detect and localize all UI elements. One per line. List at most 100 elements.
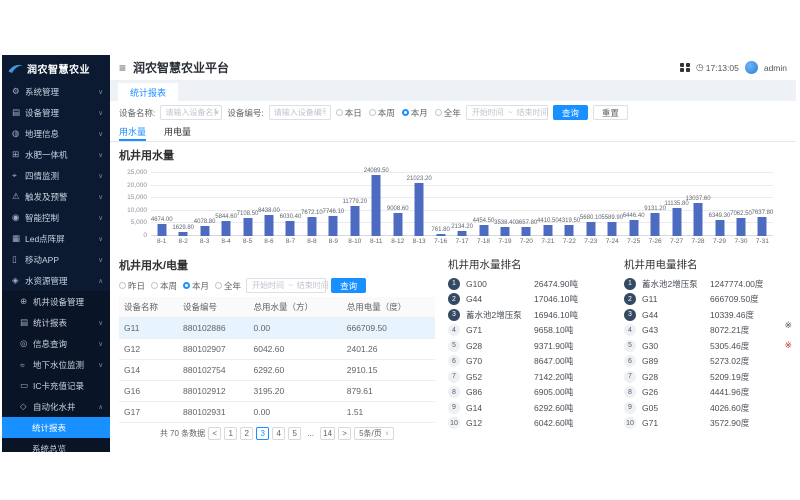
tab-statistical-report[interactable]: 统计报表 <box>118 83 178 101</box>
sidebar-item-label: 水资源管理 <box>25 275 68 287</box>
filter-period-radio-本月[interactable]: 本月 <box>402 107 428 119</box>
sidebar-item-智能控制[interactable]: ◉智能控制∨ <box>2 207 110 228</box>
sidebar-item-label: 地理信息 <box>25 128 59 140</box>
sidebar-item-移动APP[interactable]: ▯移动APP∨ <box>2 249 110 270</box>
pagination-ellipsis: ... <box>304 427 317 440</box>
hamburger-icon[interactable]: ≡ <box>119 61 126 75</box>
page-size-select[interactable]: 5条/页∨ <box>354 427 394 440</box>
bar[interactable] <box>586 222 595 236</box>
bar[interactable] <box>736 218 745 236</box>
device-name-select[interactable]: ∨ <box>160 105 222 120</box>
bar[interactable] <box>565 225 574 236</box>
bar[interactable] <box>286 221 295 236</box>
filter-period-radio-全年[interactable]: 全年 <box>435 107 461 119</box>
sidebar-item-统计报表[interactable]: ▤统计报表∨ <box>2 312 110 333</box>
bar[interactable] <box>329 216 338 236</box>
bar[interactable] <box>458 231 467 236</box>
chevron-down-icon: ∨ <box>98 361 103 369</box>
bar[interactable] <box>179 232 188 236</box>
bar[interactable] <box>651 213 660 236</box>
subtab-用水量[interactable]: 用水量 <box>119 124 146 141</box>
table-row[interactable]: G178801029310.001.51 <box>119 402 435 423</box>
bar[interactable] <box>393 213 402 236</box>
pagination-next-button[interactable]: > <box>338 427 351 440</box>
bar[interactable] <box>436 234 445 236</box>
sidebar-item-地理信息[interactable]: ◍地理信息∨ <box>2 123 110 144</box>
pagination-page-button[interactable]: 4 <box>272 427 285 440</box>
rank-value: 5273.02度 <box>710 355 787 367</box>
pagination-page-button[interactable]: 1 <box>224 427 237 440</box>
bar-value-label: 7108.50 <box>237 211 259 217</box>
apps-grid-icon[interactable] <box>680 63 690 73</box>
sidebar-item-四情监测[interactable]: ⌖四情监测∨ <box>2 165 110 186</box>
pagination-page-button[interactable]: 14 <box>320 427 335 440</box>
usage-period-radio-本周[interactable]: 本周 <box>151 280 177 292</box>
bar-value-label: 4454.50 <box>473 218 495 224</box>
pagination-page-button[interactable]: 5 <box>288 427 301 440</box>
device-no-input[interactable] <box>269 105 331 120</box>
pagination-prev-button[interactable]: < <box>208 427 221 440</box>
table-row[interactable]: G128801029076042.602401.26 <box>119 339 435 360</box>
sidebar-item-地下水位监测[interactable]: ≈地下水位监测∨ <box>2 354 110 375</box>
bar[interactable] <box>500 227 509 236</box>
device-name-input[interactable] <box>160 105 222 120</box>
floating-widget-icon[interactable]: ※ <box>784 340 792 351</box>
bar[interactable] <box>243 218 252 236</box>
bar[interactable] <box>715 220 724 236</box>
sidebar-item-Led点阵屏[interactable]: ▦Led点阵屏∨ <box>2 228 110 249</box>
usage-date-range-input[interactable]: 开始时间 ~ 结束时间 <box>246 278 326 293</box>
date-range-input[interactable]: 开始时间 ~ 结束时间 <box>466 105 548 120</box>
bar[interactable] <box>372 175 381 236</box>
table-row[interactable]: G118801028860.00666709.50 <box>119 318 435 339</box>
rank-badge: 2 <box>624 293 636 305</box>
bar[interactable] <box>629 220 638 236</box>
sidebar-item-设备管理[interactable]: ▤设备管理∨ <box>2 102 110 123</box>
usage-query-button[interactable]: 查询 <box>331 278 366 293</box>
query-button[interactable]: 查询 <box>553 105 588 120</box>
bar[interactable] <box>694 203 703 236</box>
bar[interactable] <box>479 225 488 236</box>
bar[interactable] <box>200 226 209 236</box>
table-row[interactable]: G168801029123195.20879.61 <box>119 381 435 402</box>
sidebar-item-信息查询[interactable]: ◎信息查询∨ <box>2 333 110 354</box>
sidebar-item-系统管理[interactable]: ⚙系统管理∨ <box>2 81 110 102</box>
radio-circle-icon <box>435 109 442 116</box>
bar[interactable] <box>307 217 316 236</box>
sidebar-item-自动化水井[interactable]: ◇自动化水井∧ <box>2 396 110 417</box>
usage-period-radio-昨日[interactable]: 昨日 <box>119 280 145 292</box>
sidebar-item-统计报表[interactable]: 统计报表 <box>2 417 110 438</box>
pagination-page-button[interactable]: 3 <box>256 427 269 440</box>
auto-well-icon: ◇ <box>20 401 33 412</box>
bar[interactable] <box>758 217 767 236</box>
sidebar-item-IC卡充值记录[interactable]: ▭IC卡充值记录 <box>2 375 110 396</box>
usage-period-radio-本月[interactable]: 本月 <box>183 280 209 292</box>
bar[interactable] <box>522 227 531 236</box>
bar[interactable] <box>222 221 231 236</box>
bar[interactable] <box>264 215 273 236</box>
usage-date-end-placeholder: 结束时间 <box>297 280 329 291</box>
sidebar-item-系统总览[interactable]: 系统总览 <box>2 438 110 452</box>
page-title: 润农智慧农业平台 <box>133 59 229 76</box>
sidebar-item-触发及预警[interactable]: ⚠触发及预警∨ <box>2 186 110 207</box>
sidebar-item-水资源管理[interactable]: ◈水资源管理∧ <box>2 270 110 291</box>
bar[interactable] <box>543 225 552 236</box>
pagination-page-button[interactable]: 2 <box>240 427 253 440</box>
avatar[interactable] <box>745 61 758 74</box>
radio-circle-icon <box>183 282 190 289</box>
filter-period-radio-本日[interactable]: 本日 <box>336 107 362 119</box>
reset-button[interactable]: 重置 <box>593 105 628 120</box>
filter-period-radio-本周[interactable]: 本周 <box>369 107 395 119</box>
bar[interactable] <box>608 222 617 236</box>
bar[interactable] <box>415 183 424 236</box>
bar[interactable] <box>157 224 166 236</box>
subtab-用电量[interactable]: 用电量 <box>164 124 191 141</box>
bar[interactable] <box>350 206 359 236</box>
sidebar-item-水肥一体机[interactable]: ⊞水肥一体机∨ <box>2 144 110 165</box>
usage-period-radio-全年[interactable]: 全年 <box>215 280 241 292</box>
sidebar-item-机井设备管理[interactable]: ⊕机井设备管理 <box>2 291 110 312</box>
y-axis-label: 0 <box>119 232 147 239</box>
floating-widget-icon[interactable]: ※ <box>784 320 792 331</box>
chevron-down-icon: ∨ <box>98 193 103 201</box>
bar[interactable] <box>672 208 681 236</box>
table-row[interactable]: G148801027546292.602910.15 <box>119 360 435 381</box>
